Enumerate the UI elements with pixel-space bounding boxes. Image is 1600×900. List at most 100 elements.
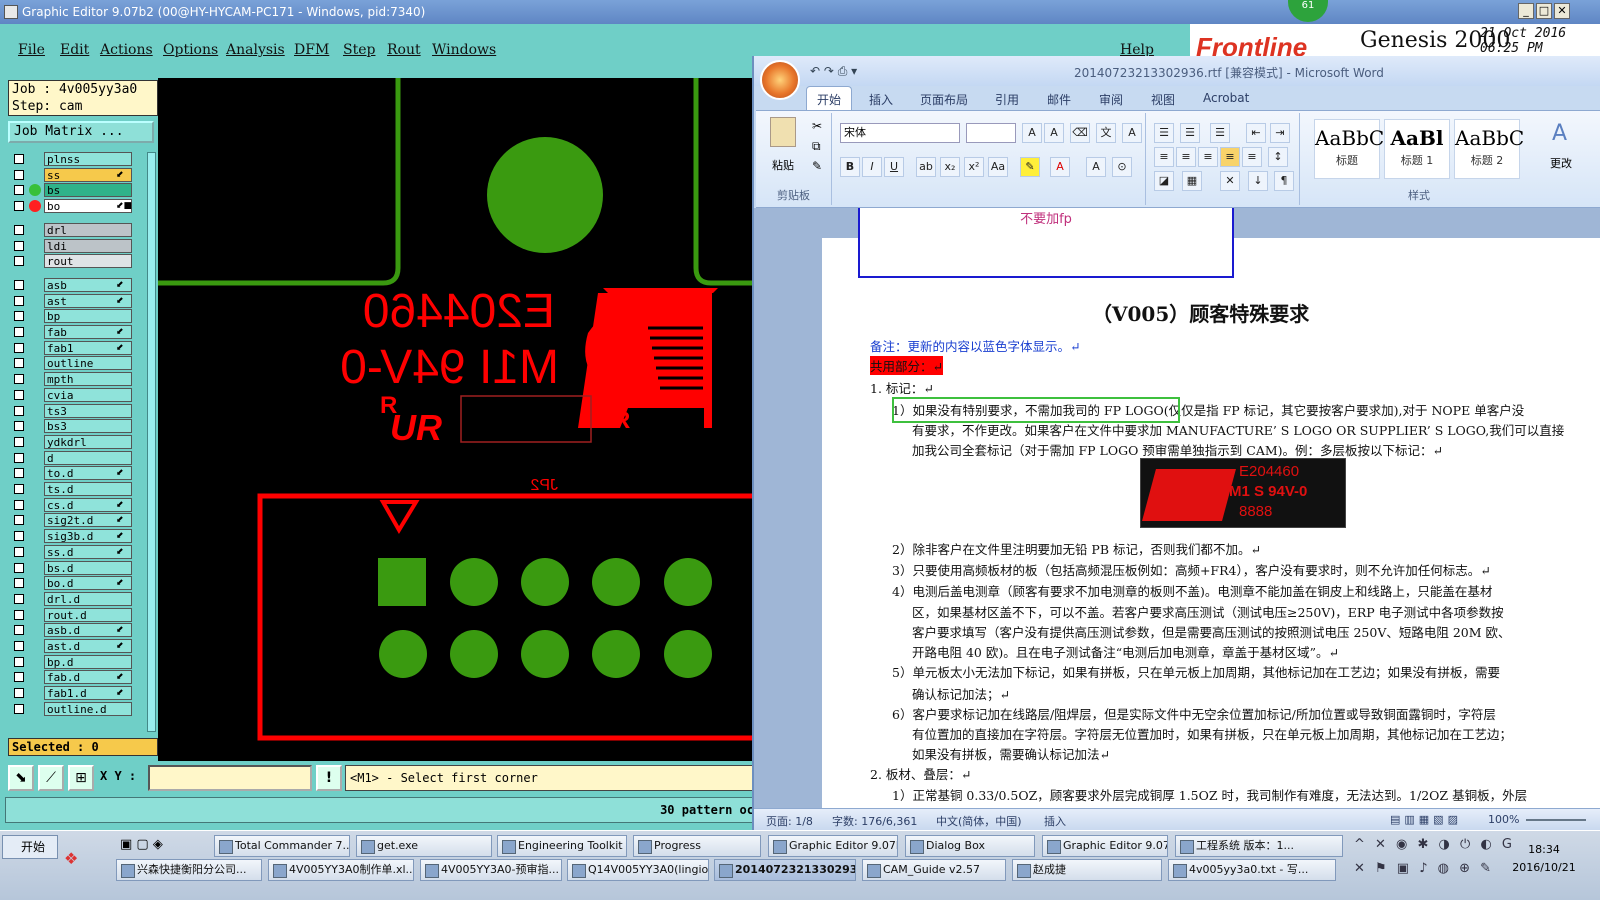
layer-checkbox[interactable] [14,295,24,306]
layer-row[interactable]: asb ⬋ [8,277,144,292]
layer-row[interactable]: cs.d ⬋ [8,497,144,512]
style-heading-2[interactable]: AaBbC 标题 2 [1454,119,1524,179]
font-size-select[interactable] [966,123,1016,143]
paste-icon[interactable] [770,117,796,147]
menu-actions[interactable]: Actions [100,42,153,58]
copy-icon[interactable]: ⧉ [812,139,821,154]
insert-mode[interactable]: 插入 [1044,813,1066,829]
layer-checkbox[interactable] [14,672,24,683]
quicklaunch-icons[interactable]: ▣ ▢ ◈ [120,837,163,852]
layer-row[interactable]: ldi [8,238,144,253]
taskbar-button[interactable]: 4V005YY3A0制作单.xl... [268,859,414,881]
layer-name[interactable]: mpth [44,372,132,387]
style-title[interactable]: AaBbC 标题 [1314,119,1384,179]
taskbar-button[interactable]: Graphic Editor 9.07b... [1042,835,1168,857]
layer-row[interactable]: rout [8,254,144,269]
tab-insert[interactable]: 插入 [869,91,893,108]
layer-row[interactable]: bs.d [8,560,144,575]
menu-windows[interactable]: Windows [432,42,496,58]
layer-checkbox[interactable] [14,703,24,714]
layer-checkbox[interactable] [14,185,24,196]
minimize-button[interactable]: _ [1518,3,1534,19]
layer-row[interactable]: bs [8,183,144,198]
layer-row[interactable]: ss.d ⬋ [8,544,144,559]
layer-checkbox[interactable] [14,421,24,432]
layer-row[interactable]: cvia [8,387,144,402]
layer-checkbox[interactable] [14,389,24,400]
taskbar-button[interactable]: Graphic Editor 9.07b... [768,835,898,857]
grid-tool-icon[interactable]: ⊞ [68,765,94,791]
chinese-layout-icon[interactable]: ✕ [1220,171,1240,191]
layer-row[interactable]: ast ⬋ [8,293,144,308]
layer-checkbox[interactable] [14,358,24,369]
borders-icon[interactable]: ▦ [1182,171,1202,191]
maximize-button[interactable]: □ [1536,3,1552,19]
layer-row[interactable]: to.d ⬋ [8,466,144,481]
layer-checkbox[interactable] [14,546,24,557]
phonetic-icon[interactable]: 文 [1096,123,1116,143]
layer-row[interactable]: ss ⬋ [8,167,144,182]
layer-checkbox[interactable] [14,405,24,416]
clock[interactable]: 18:34 2016/10/21 [1490,841,1598,877]
taskbar-button[interactable]: CAM_Guide v2.57 [862,859,1006,881]
align-left-icon[interactable]: ≡ [1154,147,1174,167]
layer-row[interactable]: fab1.d ⬋ [8,686,144,701]
tab-review[interactable]: 审阅 [1099,91,1123,108]
taskbar-button[interactable]: 兴森快捷衡阳分公司... [116,859,262,881]
layer-checkbox[interactable] [14,468,24,479]
change-styles-button[interactable]: 更改 [1550,155,1572,171]
layer-name[interactable]: bs.d [44,560,132,575]
tab-page-layout[interactable]: 页面布局 [920,91,968,108]
layer-checkbox[interactable] [14,609,24,620]
char-border-icon[interactable]: A [1122,123,1142,143]
alert-icon[interactable]: ! [316,765,342,791]
layer-name[interactable]: outline [44,356,132,371]
page-count[interactable]: 页面: 1/8 [766,813,813,829]
zoom-level[interactable]: 100% [1488,813,1519,826]
layer-checkbox[interactable] [14,279,24,290]
layer-row[interactable]: bp.d [8,654,144,669]
layer-checkbox[interactable] [14,625,24,636]
taskbar-button[interactable]: 4v005yy3a0.txt - 写... [1168,859,1336,881]
layer-name[interactable]: ydkdrl [44,434,132,449]
layer-row[interactable]: outline.d [8,701,144,716]
taskbar-button[interactable]: 工程系统 版本：1... [1175,835,1343,857]
shading-icon[interactable]: ◪ [1154,171,1174,191]
comment-balloon[interactable]: 不要加fp [858,208,1234,278]
layer-row[interactable]: drl.d [8,591,144,606]
highlight-icon[interactable]: ✎ [1020,157,1040,177]
taskbar-button[interactable]: Progress [633,835,761,857]
multilevel-icon[interactable]: ☰ [1210,123,1230,143]
taskbar-button[interactable]: get.exe [356,835,492,857]
layer-checkbox[interactable] [14,531,24,542]
layer-name[interactable]: bp [44,309,132,324]
taskbar-button[interactable]: 4V005YY3A0-预审指... [420,859,562,881]
change-styles-icon[interactable]: A [1552,121,1567,146]
layer-checkbox[interactable] [14,641,24,651]
layer-row[interactable]: drl [8,222,144,237]
style-heading-1[interactable]: AaBl 标题 1 [1384,119,1450,179]
layer-checkbox[interactable] [14,169,24,180]
font-name-select[interactable]: 宋体 [840,123,960,143]
layer-checkbox[interactable] [14,578,24,589]
start-button[interactable]: 开始 [2,835,58,859]
layer-row[interactable]: ts.d [8,482,144,496]
layer-scrollbar[interactable] [147,152,156,732]
layer-row[interactable]: bp [8,309,144,324]
taskbar-button[interactable]: 赵成捷 [1012,859,1162,881]
layer-checkbox[interactable] [14,515,24,526]
layer-row[interactable]: bo.d ⬋ [8,576,144,591]
taskbar-button[interactable]: Total Commander 7.... [214,835,350,857]
layer-name[interactable]: plnss [44,152,132,166]
layer-name[interactable]: ts3 [44,403,132,418]
language[interactable]: 中文(简体，中国) [936,813,1022,829]
document-page[interactable]: （V005）顾客特殊要求 备注：更新的内容以蓝色字体显示。↵ 共用部分：↵ 1. 标… [822,238,1600,808]
layer-row[interactable]: fab ⬋ [8,325,144,339]
enclose-char-icon[interactable]: ⊙ [1112,157,1132,177]
layer-checkbox[interactable] [14,484,24,494]
change-case-icon[interactable]: Aa [988,157,1008,177]
layer-name[interactable]: outline.d [44,701,132,716]
word-count[interactable]: 字数: 176/6,361 [832,813,917,829]
layer-checkbox[interactable] [14,327,24,337]
taskbar-button[interactable]: 2014072321330293... [714,859,856,881]
